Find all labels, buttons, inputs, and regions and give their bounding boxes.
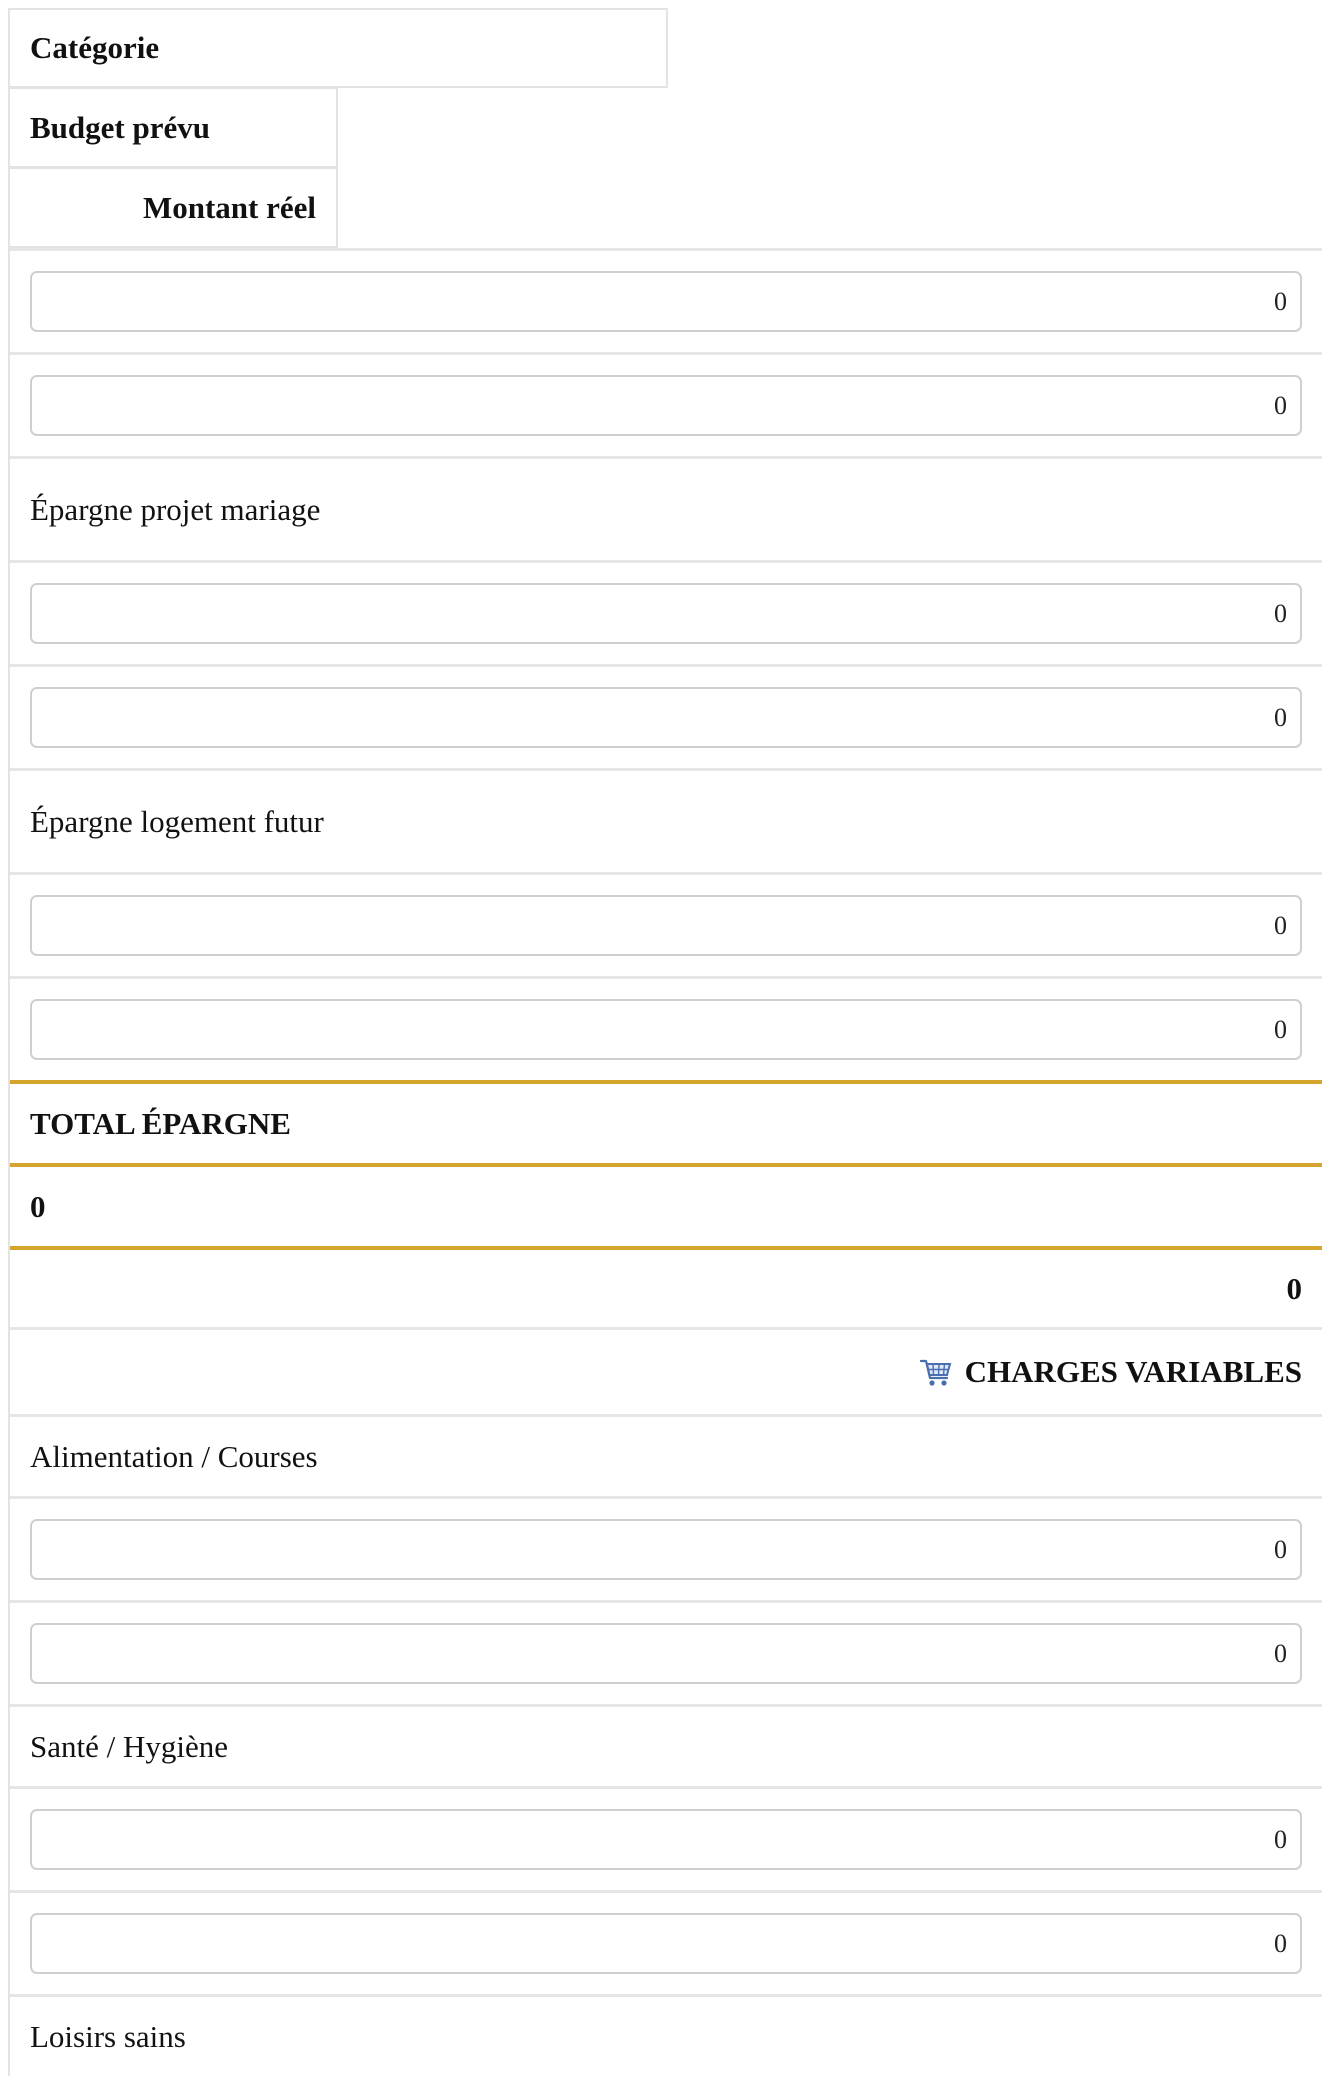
table-row: [10, 1496, 1322, 1600]
section-header-charges-variables: CHARGES VARIABLES: [10, 1327, 1322, 1414]
budget-input[interactable]: [30, 583, 1302, 644]
total-epargne-actual: 0: [10, 1246, 1322, 1327]
table-row: [10, 664, 1322, 768]
category-label: Épargne projet mariage: [10, 456, 1322, 560]
budget-table: Catégorie Budget prévu Montant réel Épar…: [8, 8, 1322, 2076]
shopping-cart-icon: [919, 1359, 951, 1386]
budget-input[interactable]: [30, 1519, 1302, 1580]
category-label: Alimentation / Courses: [10, 1414, 1322, 1496]
actual-input[interactable]: [30, 687, 1302, 748]
table-body: Épargne projet mariage Épargne logement …: [8, 248, 1322, 2076]
header-budget: Budget prévu: [8, 87, 338, 168]
table-row: [10, 248, 1322, 352]
budget-input[interactable]: [30, 271, 1302, 332]
table-row: [10, 976, 1322, 1080]
category-label: Épargne logement futur: [10, 768, 1322, 872]
header-category: Catégorie: [8, 8, 668, 88]
budget-input[interactable]: [30, 895, 1302, 956]
table-row: [10, 352, 1322, 456]
table-row: [10, 1600, 1322, 1704]
table-row: [10, 1786, 1322, 1890]
header-actual: Montant réel: [8, 167, 338, 248]
budget-input[interactable]: [30, 1809, 1302, 1870]
total-epargne-budget: 0: [10, 1163, 1322, 1246]
table-row: [10, 560, 1322, 664]
total-epargne-label: TOTAL ÉPARGNE: [10, 1080, 1322, 1163]
actual-input[interactable]: [30, 1913, 1302, 1974]
category-label: Loisirs sains: [10, 1994, 1322, 2076]
table-row: [10, 1890, 1322, 1994]
actual-input[interactable]: [30, 375, 1302, 436]
actual-input[interactable]: [30, 999, 1302, 1060]
section-title: CHARGES VARIABLES: [964, 1354, 1302, 1389]
actual-input[interactable]: [30, 1623, 1302, 1684]
table-row: [10, 872, 1322, 976]
category-label: Santé / Hygiène: [10, 1704, 1322, 1786]
